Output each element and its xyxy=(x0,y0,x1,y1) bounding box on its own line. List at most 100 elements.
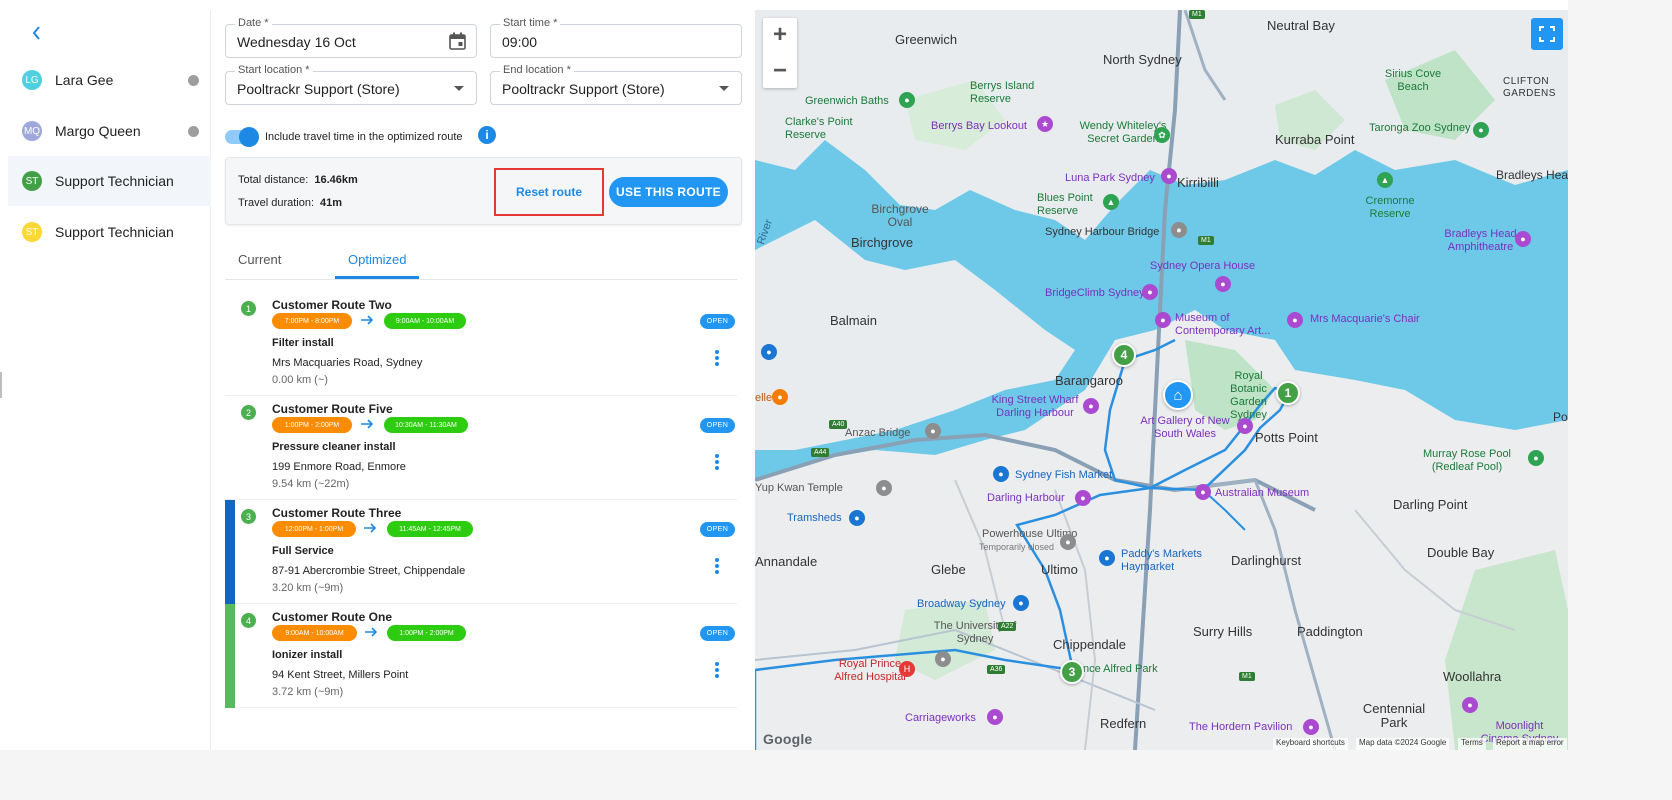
info-icon[interactable]: i xyxy=(478,126,496,144)
route-map[interactable]: + − Neutral Bay Greenwich North Sydney B… xyxy=(755,10,1568,750)
route-service: Filter install xyxy=(272,337,334,349)
park-icon: ● xyxy=(899,92,915,108)
resize-handle[interactable] xyxy=(0,372,3,398)
route-card[interactable]: 4 Customer Route One 9:00AM - 10:00AM 1:… xyxy=(225,604,737,708)
arrow-right-icon xyxy=(365,627,378,637)
end-location-select[interactable]: End location * Pooltrackr Support (Store… xyxy=(490,64,742,105)
map-label: Darlinghurst xyxy=(1231,553,1302,568)
technician-sidebar: LG Lara Gee MQ Margo Queen ST Support Te… xyxy=(8,10,211,750)
route-distance: 9.54 km (~22m) xyxy=(272,478,350,490)
end-location-value: Pooltrackr Support (Store) xyxy=(502,81,665,97)
map-label: Clarke's Point Reserve xyxy=(785,116,853,141)
date-label: Date * xyxy=(235,17,272,29)
landmark-icon: ● xyxy=(1287,312,1303,328)
tab-current[interactable]: Current xyxy=(238,252,281,267)
store-home-marker[interactable]: ⌂ xyxy=(1163,380,1193,410)
map-label: Darling Harbour xyxy=(987,492,1065,504)
start-location-value: Pooltrackr Support (Store) xyxy=(237,81,400,97)
tab-optimized[interactable]: Optimized xyxy=(348,252,407,267)
map-stop-marker-3[interactable]: 3 xyxy=(1060,660,1084,684)
route-distance: 3.72 km (~9m) xyxy=(272,686,344,698)
route-card[interactable]: 3 Customer Route Three 12:00PM - 1:00PM … xyxy=(225,500,737,604)
map-label: BridgeClimb Sydney xyxy=(1045,287,1145,299)
venue-icon: ● xyxy=(1303,719,1319,735)
zoom-in-button[interactable]: + xyxy=(763,18,797,52)
reset-route-button[interactable]: Reset route xyxy=(494,168,604,216)
more-options-icon[interactable] xyxy=(712,454,722,474)
route-card[interactable]: 2 Customer Route Five 1:00PM - 2:00PM 10… xyxy=(225,396,737,500)
museum-icon: ● xyxy=(1155,312,1171,328)
status-dot xyxy=(188,125,199,137)
google-logo: Google xyxy=(763,731,813,747)
keyboard-shortcuts-link[interactable]: Keyboard shortcuts xyxy=(1273,738,1348,750)
map-label: Carriageworks xyxy=(905,712,976,724)
map-label: Greenwich xyxy=(895,32,958,47)
map-stop-marker-1[interactable]: 1 xyxy=(1276,381,1300,405)
map-label: Birchgrove Oval xyxy=(871,202,929,229)
app-root: LG Lara Gee MQ Margo Queen ST Support Te… xyxy=(0,0,1568,750)
status-dot xyxy=(188,74,199,86)
date-value: Wednesday 16 Oct xyxy=(237,34,356,50)
map-data-attribution: Map data ©2024 Google xyxy=(1356,738,1450,750)
map-label: Broadway Sydney xyxy=(917,598,1006,610)
start-time-label: Start time * xyxy=(500,17,561,29)
start-location-select[interactable]: Start location * Pooltrackr Support (Sto… xyxy=(225,64,477,105)
attraction-icon: ● xyxy=(1075,490,1091,506)
optimized-time-chip: 11:45AM - 12:45PM xyxy=(387,521,473,537)
map-label: Paddington xyxy=(1297,624,1363,639)
report-map-error-link[interactable]: Report a map error xyxy=(1493,738,1567,750)
map-label: The Hordern Pavilion xyxy=(1189,721,1293,733)
technician-item-support-technician[interactable]: ST Support Technician xyxy=(8,207,211,257)
travel-time-toggle-label: Include travel time in the optimized rou… xyxy=(265,131,463,143)
technician-item-support-technician-active[interactable]: ST Support Technician xyxy=(8,156,211,206)
map-label: Australian Museum xyxy=(1215,487,1310,499)
toggle-knob xyxy=(239,127,259,147)
map-label: Luna Park Sydney xyxy=(1065,172,1155,184)
route-address: 87-91 Abercrombie Street, Chippendale xyxy=(272,565,466,577)
amusement-icon: ● xyxy=(1161,168,1177,184)
university-icon: ● xyxy=(935,651,951,667)
map-label: Temporarily closed xyxy=(979,542,1055,552)
map-label: Sirius Cove Beach xyxy=(1384,68,1442,93)
route-title: Customer Route Two xyxy=(272,298,392,312)
end-location-label: End location * xyxy=(500,64,574,76)
fullscreen-button[interactable] xyxy=(1531,18,1563,50)
restaurant-icon: ● xyxy=(772,389,788,405)
use-this-route-button[interactable]: USE THIS ROUTE xyxy=(609,177,728,207)
map-label: Cremorne Reserve xyxy=(1365,195,1415,220)
map-label: Surry Hills xyxy=(1193,624,1253,639)
map-label: Anzac Bridge xyxy=(845,427,911,439)
map-stop-marker-4[interactable]: 4 xyxy=(1112,343,1136,367)
map-label: King Street Wharf Darling Harbour xyxy=(991,394,1079,419)
zoo-icon: ● xyxy=(1473,122,1489,138)
technician-name: Lara Gee xyxy=(55,72,114,88)
calendar-icon[interactable] xyxy=(449,32,466,50)
more-options-icon[interactable] xyxy=(712,558,722,578)
zoom-out-button[interactable]: − xyxy=(763,54,797,88)
arrow-right-icon xyxy=(361,419,374,429)
cinema-icon: ● xyxy=(1462,697,1478,713)
back-chevron-icon[interactable] xyxy=(26,22,48,44)
hospital-icon: H xyxy=(899,661,915,677)
terms-link[interactable]: Terms xyxy=(1458,738,1486,750)
map-label: Greenwich Baths xyxy=(805,95,889,107)
chevron-down-icon xyxy=(454,86,464,91)
map-label: Po xyxy=(1553,410,1568,424)
more-options-icon[interactable] xyxy=(712,350,722,370)
travel-time-toggle[interactable] xyxy=(225,127,259,147)
map-label: Redfern xyxy=(1100,716,1147,731)
technician-item-margo-queen[interactable]: MQ Margo Queen xyxy=(8,106,211,156)
route-color-bar xyxy=(225,604,235,708)
route-number: 1 xyxy=(241,301,256,316)
start-time-field[interactable]: Start time * 09:00 xyxy=(490,17,742,58)
museum-icon: ● xyxy=(1237,418,1253,434)
tab-active-indicator xyxy=(335,276,419,279)
zoom-control: + − xyxy=(763,18,797,88)
map-label: Tramsheds xyxy=(787,512,842,524)
optimized-time-chip: 1:00PM - 2:00PM xyxy=(387,625,466,641)
map-label: Yup Kwan Temple xyxy=(755,482,843,494)
route-card[interactable]: 1 Customer Route Two 7:00PM - 8:00PM 9:0… xyxy=(225,292,737,396)
date-field[interactable]: Date * Wednesday 16 Oct xyxy=(225,17,477,58)
more-options-icon[interactable] xyxy=(712,662,722,682)
technician-item-lara-gee[interactable]: LG Lara Gee xyxy=(8,55,211,105)
